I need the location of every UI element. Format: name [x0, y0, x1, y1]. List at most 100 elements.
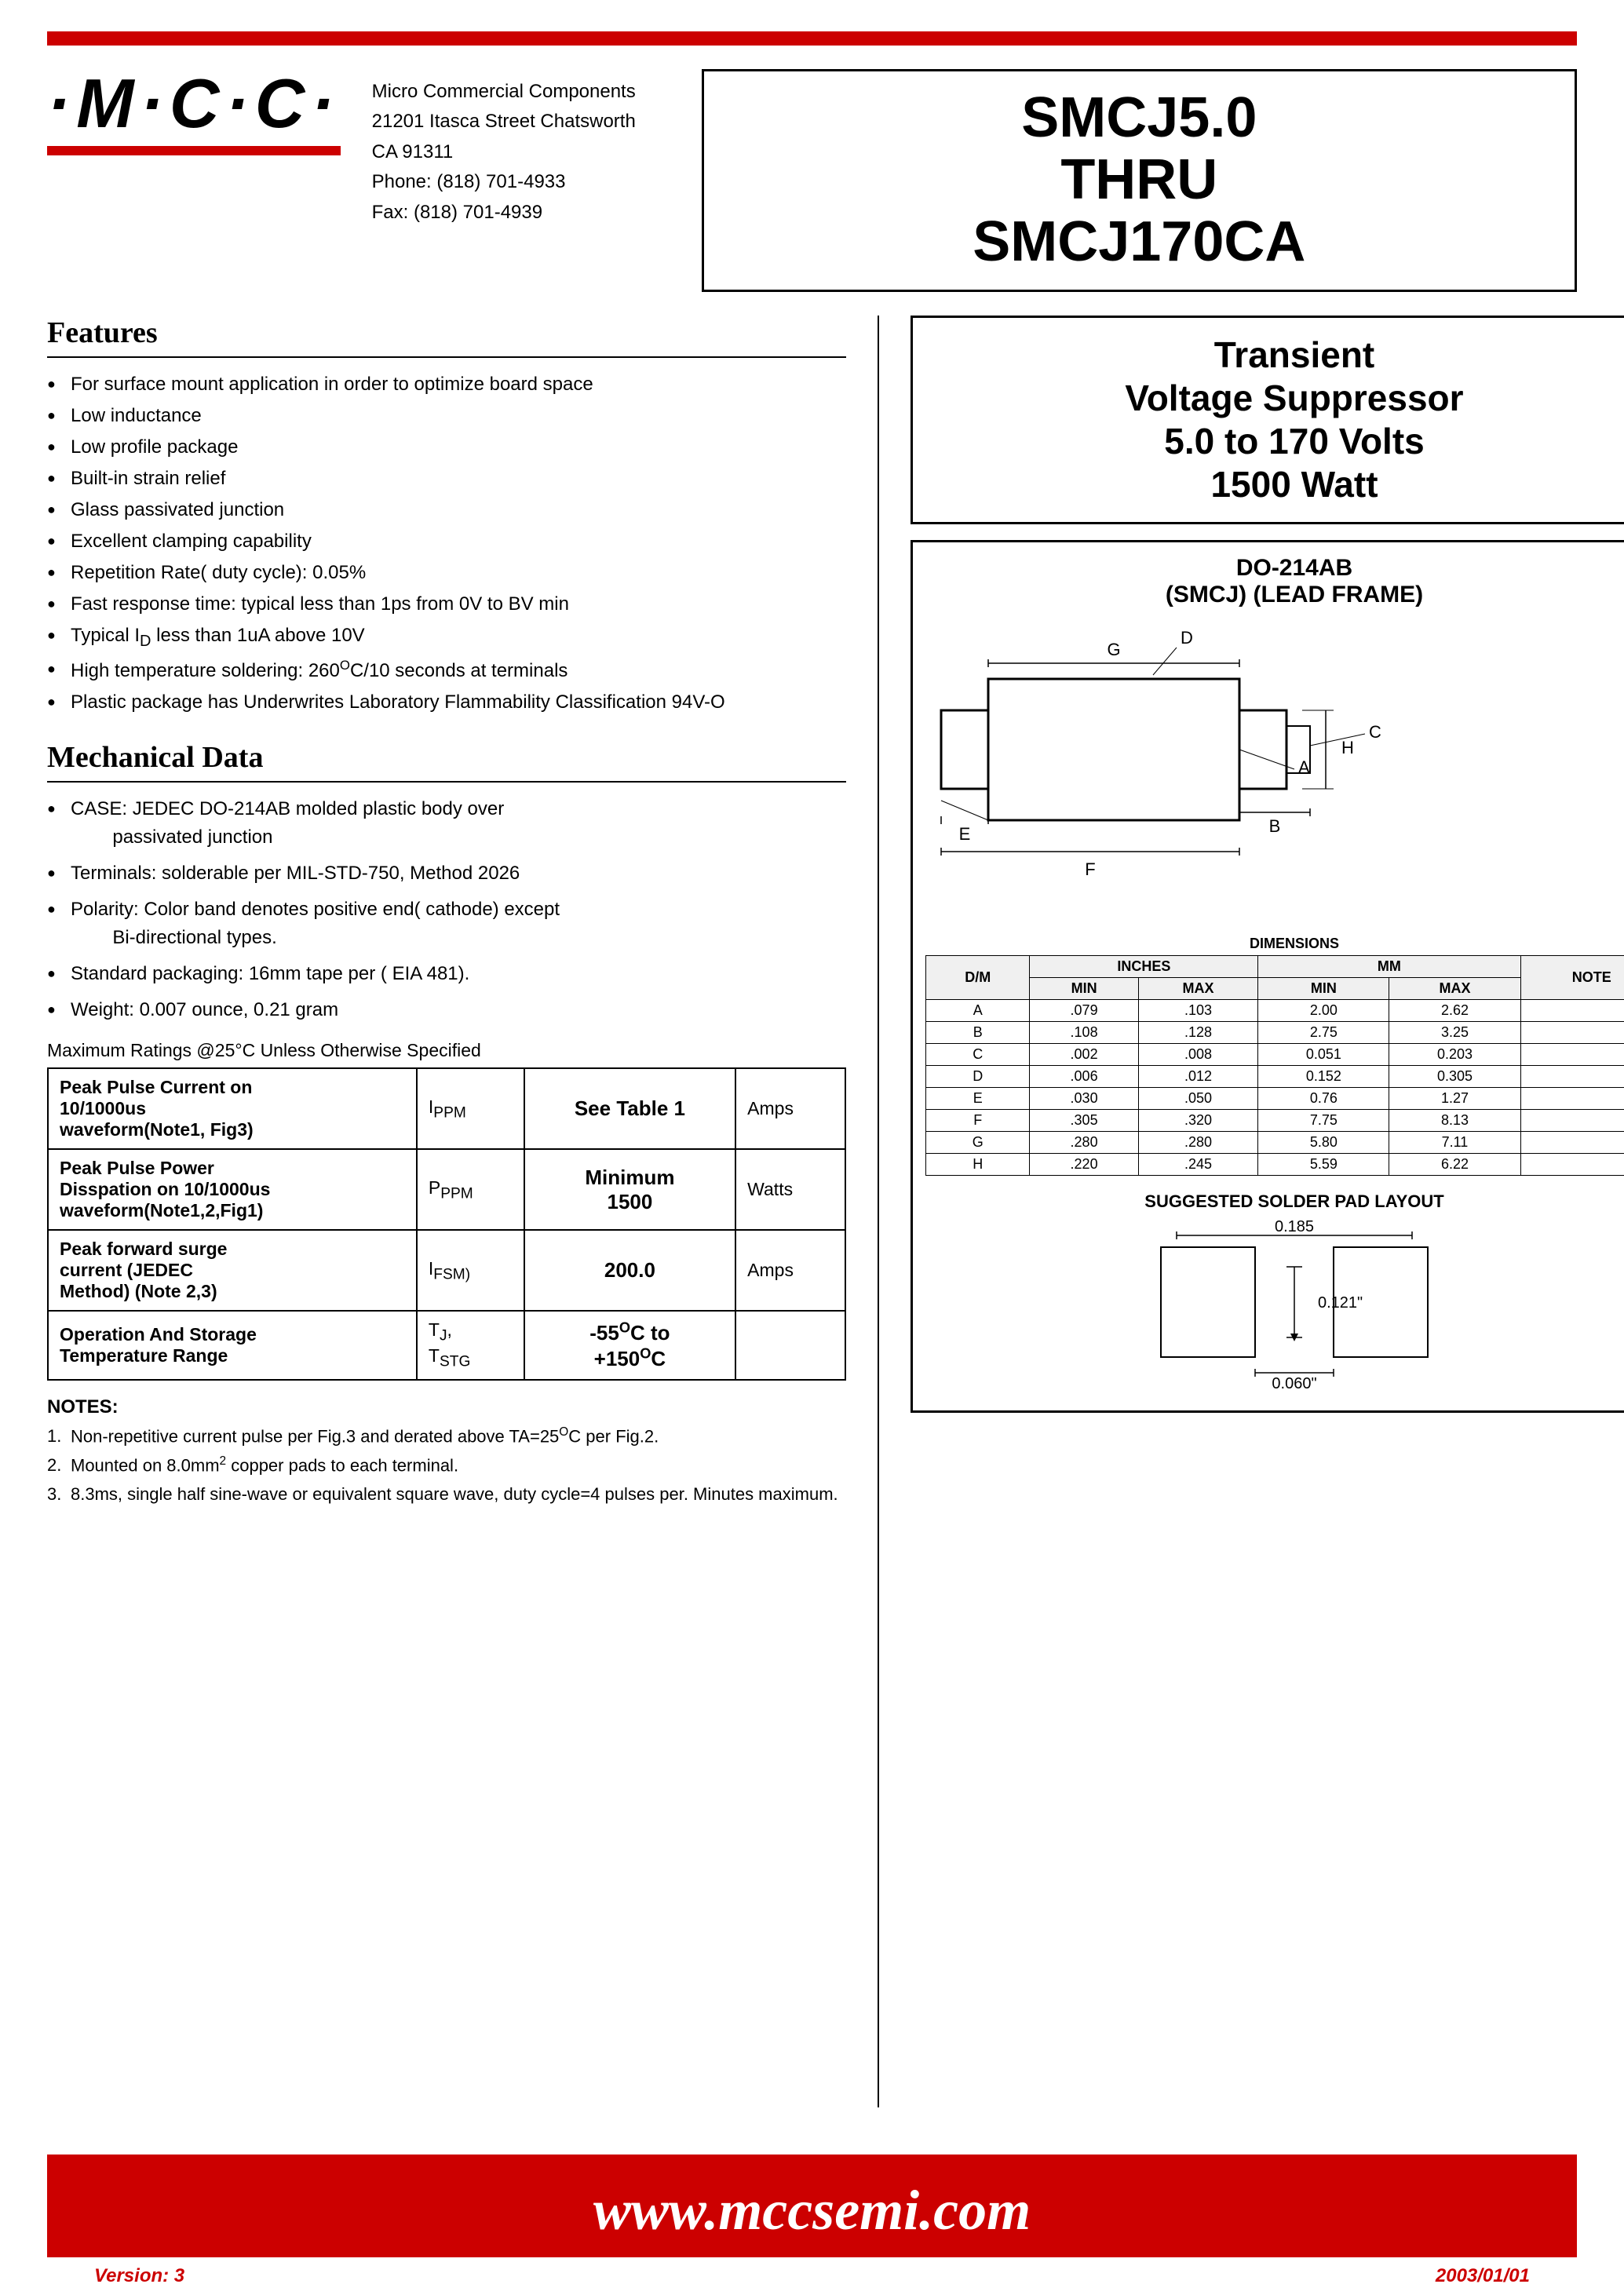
- header: ·M·C·C· Micro Commercial Components 2120…: [47, 69, 1577, 292]
- part-number-title: SMCJ5.0 THRU SMCJ170CA: [728, 87, 1551, 274]
- col-header: INCHES: [1030, 956, 1258, 978]
- svg-text:B: B: [1269, 816, 1281, 836]
- transient-box: Transient Voltage Suppressor 5.0 to 170 …: [911, 316, 1624, 525]
- dim-cell: G: [926, 1132, 1030, 1154]
- dim-cell: 0.203: [1389, 1044, 1520, 1066]
- list-item: 8.3ms, single half sine-wave or equivale…: [47, 1481, 846, 1507]
- dim-cell: 7.75: [1258, 1110, 1389, 1132]
- table-row: Peak Pulse PowerDisspation on 10/1000usw…: [48, 1149, 845, 1230]
- dim-cell: .305: [1030, 1110, 1138, 1132]
- dim-cell: E: [926, 1088, 1030, 1110]
- max-ratings-note: Maximum Ratings @25°C Unless Otherwise S…: [47, 1040, 846, 1061]
- dim-cell: .030: [1030, 1088, 1138, 1110]
- part-number-box: SMCJ5.0 THRU SMCJ170CA: [702, 69, 1577, 292]
- table-row: G .280 .280 5.80 7.11: [926, 1132, 1624, 1154]
- table-row: H .220 .245 5.59 6.22: [926, 1154, 1624, 1176]
- table-row: Peak forward surgecurrent (JEDECMethod) …: [48, 1230, 845, 1311]
- table-row: MIN MAX MIN MAX: [926, 978, 1624, 1000]
- value-cell: See Table 1: [524, 1068, 735, 1149]
- logo-red-bar: [47, 146, 341, 155]
- dim-cell: 3.25: [1389, 1022, 1520, 1044]
- list-item: Excellent clamping capability: [47, 527, 846, 556]
- address2: CA 91311: [372, 137, 670, 167]
- transient-line4: 1500 Watt: [929, 463, 1624, 506]
- table-row: E .030 .050 0.76 1.27: [926, 1088, 1624, 1110]
- table-row: F .305 .320 7.75 8.13: [926, 1110, 1624, 1132]
- value-cell: Minimum1500: [524, 1149, 735, 1230]
- dim-cell: .050: [1138, 1088, 1258, 1110]
- col-header: MIN: [1258, 978, 1389, 1000]
- website-text: www.mccsemi.com: [593, 2179, 1031, 2242]
- table-row: D/M INCHES MM NOTE: [926, 956, 1624, 978]
- svg-text:E: E: [959, 824, 971, 844]
- package-diagram: G H D A C: [925, 616, 1624, 930]
- list-item: Repetition Rate( duty cycle): 0.05%: [47, 559, 846, 587]
- dim-cell: .012: [1138, 1066, 1258, 1088]
- list-item: Weight: 0.007 ounce, 0.21 gram: [47, 996, 846, 1024]
- footer-red-bar: [47, 2155, 1577, 2164]
- version-bar: Version: 3 2003/01/01: [47, 2257, 1577, 2295]
- dim-cell: .320: [1138, 1110, 1258, 1132]
- unit-cell: Watts: [735, 1149, 845, 1230]
- dim-cell: .280: [1030, 1132, 1138, 1154]
- param-cell: Operation And StorageTemperature Range: [48, 1311, 417, 1379]
- dim-cell: [1520, 1044, 1624, 1066]
- dim-cell: A: [926, 1000, 1030, 1022]
- list-item: CASE: JEDEC DO-214AB molded plastic body…: [47, 795, 846, 852]
- notes-section: NOTES: Non-repetitive current pulse per …: [47, 1396, 846, 1508]
- dim-cell: D: [926, 1066, 1030, 1088]
- dim-cell: [1520, 1000, 1624, 1022]
- col-header: MAX: [1138, 978, 1258, 1000]
- symbol-cell: TJ,TSTG: [417, 1311, 524, 1379]
- transient-title: Transient Voltage Suppressor 5.0 to 170 …: [929, 334, 1624, 507]
- website-bar: www.mccsemi.com: [47, 2164, 1577, 2257]
- part-line3: SMCJ170CA: [728, 211, 1551, 273]
- features-list: For surface mount application in order t…: [47, 370, 846, 717]
- left-column: Features For surface mount application i…: [47, 316, 879, 2107]
- dim-cell: .245: [1138, 1154, 1258, 1176]
- page: ·M·C·C· Micro Commercial Components 2120…: [0, 0, 1624, 2295]
- unit-cell: Amps: [735, 1230, 845, 1311]
- param-cell: Peak forward surgecurrent (JEDECMethod) …: [48, 1230, 417, 1311]
- col-header: D/M: [926, 956, 1030, 1000]
- dim-cell: 8.13: [1389, 1110, 1520, 1132]
- main-content: Features For surface mount application i…: [47, 316, 1577, 2107]
- dim-cell: 6.22: [1389, 1154, 1520, 1176]
- features-title: Features: [47, 316, 846, 358]
- dim-cell: 0.051: [1258, 1044, 1389, 1066]
- logo-text: ·M·C·C·: [47, 69, 341, 138]
- solder-diagram: 0.185 0.121": [1098, 1220, 1491, 1392]
- package-box: DO-214AB (SMCJ) (LEAD FRAME): [911, 540, 1624, 1413]
- list-item: High temperature soldering: 260OC/10 sec…: [47, 655, 846, 685]
- svg-text:0.121": 0.121": [1318, 1294, 1363, 1312]
- svg-text:0.060": 0.060": [1272, 1375, 1316, 1392]
- list-item: Non-repetitive current pulse per Fig.3 a…: [47, 1423, 846, 1449]
- dim-cell: [1520, 1154, 1624, 1176]
- col-header: MM: [1258, 956, 1520, 978]
- dim-cell: 2.62: [1389, 1000, 1520, 1022]
- package-line2: (SMCJ) (LEAD FRAME): [925, 582, 1624, 608]
- phone: Phone: (818) 701-4933: [372, 167, 670, 197]
- transient-line1: Transient: [929, 334, 1624, 377]
- dim-cell: [1520, 1132, 1624, 1154]
- solder-section: SUGGESTED SOLDER PAD LAYOUT 0.185: [925, 1191, 1624, 1398]
- dim-cell: 0.152: [1258, 1066, 1389, 1088]
- footer-area: www.mccsemi.com Version: 3 2003/01/01: [47, 2131, 1577, 2295]
- dim-cell: .128: [1138, 1022, 1258, 1044]
- right-column: Transient Voltage Suppressor 5.0 to 170 …: [879, 316, 1624, 2107]
- list-item: Terminals: solderable per MIL-STD-750, M…: [47, 859, 846, 888]
- dim-cell: 5.80: [1258, 1132, 1389, 1154]
- col-header: MAX: [1389, 978, 1520, 1000]
- company-info: Micro Commercial Components 21201 Itasca…: [372, 77, 670, 228]
- svg-text:D: D: [1181, 628, 1193, 648]
- part-line2: THRU: [728, 149, 1551, 211]
- list-item: Low inductance: [47, 402, 846, 430]
- logo-area: ·M·C·C·: [47, 69, 341, 155]
- dim-cell: F: [926, 1110, 1030, 1132]
- address1: 21201 Itasca Street Chatsworth: [372, 107, 670, 137]
- list-item: For surface mount application in order t…: [47, 370, 846, 399]
- table-row: Operation And StorageTemperature Range T…: [48, 1311, 845, 1379]
- list-item: Plastic package has Underwrites Laborato…: [47, 688, 846, 717]
- dim-cell: .008: [1138, 1044, 1258, 1066]
- package-line1: DO-214AB: [925, 555, 1624, 582]
